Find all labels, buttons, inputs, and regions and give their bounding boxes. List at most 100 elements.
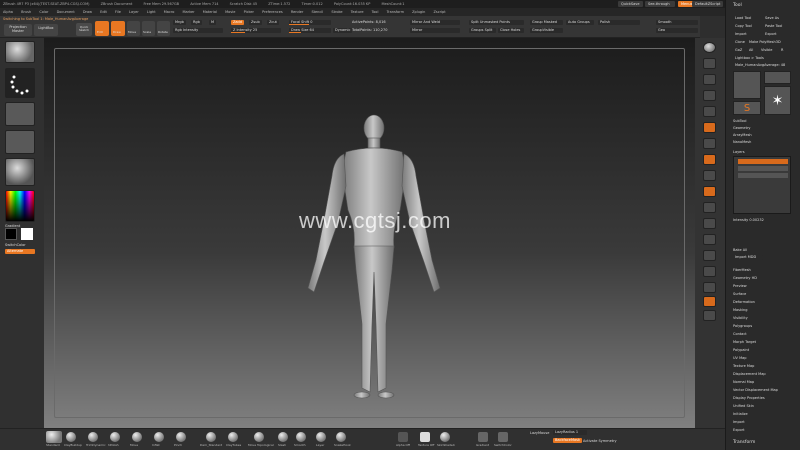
- primary-color-swatch[interactable]: [21, 228, 33, 240]
- z-intensity-slider[interactable]: Z Intensity 25: [231, 28, 281, 33]
- nanomesh-section[interactable]: NanoMesh: [733, 140, 751, 144]
- rotate-view-button[interactable]: [703, 234, 716, 245]
- switch-color-button[interactable]: SwitchColor: [5, 243, 26, 247]
- transform-palette-title[interactable]: Transform: [733, 440, 755, 445]
- menu-item[interactable]: Render: [291, 10, 303, 14]
- brush-smooth[interactable]: [296, 432, 306, 442]
- rgb-button[interactable]: Rgb: [191, 20, 202, 25]
- brush-claybuildup[interactable]: [66, 432, 76, 442]
- brush-layer[interactable]: [316, 432, 326, 442]
- arraymesh-section[interactable]: ArrayMesh: [733, 133, 752, 137]
- menu-item[interactable]: Edit: [100, 10, 107, 14]
- save-as-button[interactable]: Save As: [763, 16, 791, 21]
- make-polymesh-button[interactable]: Make PolyMesh3D: [747, 40, 791, 45]
- layer-intensity-slider[interactable]: Intensity 0.00232: [733, 218, 764, 222]
- tool-section[interactable]: Visibility: [733, 316, 748, 320]
- gradient-slot[interactable]: [478, 432, 488, 442]
- tool-section[interactable]: FiberMesh: [733, 268, 751, 272]
- bpr-button[interactable]: [703, 42, 716, 53]
- star-tool-icon[interactable]: ✶: [764, 86, 791, 115]
- tool-section[interactable]: Displacement Map: [733, 372, 766, 376]
- brush-trimdynamic[interactable]: [88, 432, 98, 442]
- mrgb-button[interactable]: Mrgb: [173, 20, 186, 25]
- m-button[interactable]: M: [209, 20, 217, 25]
- brush-pinch[interactable]: [176, 432, 186, 442]
- canvas-viewport[interactable]: www.cgtsj.com: [44, 38, 695, 428]
- copy-tool-button[interactable]: Copy Tool: [733, 24, 761, 29]
- scale-button[interactable]: Scale: [142, 21, 155, 36]
- bake-all-button[interactable]: Bake All: [733, 248, 747, 252]
- groups-visible-button[interactable]: GroupVisible: [530, 28, 563, 33]
- lazyradius-slider[interactable]: LazyRadius 1: [553, 430, 587, 435]
- see-through-slider[interactable]: See-through 0: [645, 1, 675, 12]
- all-button[interactable]: All: [747, 48, 757, 53]
- local-button[interactable]: [703, 154, 716, 165]
- tool-section[interactable]: Export: [733, 428, 744, 432]
- scale-view-button[interactable]: [703, 218, 716, 229]
- menu-item[interactable]: Texture: [351, 10, 364, 14]
- quick-sketch-button[interactable]: Quick Sketch: [76, 23, 92, 36]
- default-zscript-button[interactable]: DefaultZScript: [692, 1, 724, 7]
- alternate-button[interactable]: Alternate: [5, 249, 35, 254]
- tool-thumbnail-2[interactable]: [764, 71, 791, 84]
- zoom-button[interactable]: [703, 90, 716, 101]
- brush-inflat[interactable]: [154, 432, 164, 442]
- menu-item[interactable]: Movie: [225, 10, 235, 14]
- close-holes-button[interactable]: Close Holes: [498, 28, 524, 33]
- projection-master-button[interactable]: Projection Master: [4, 24, 32, 36]
- move-button[interactable]: Move: [127, 21, 140, 36]
- menu-item[interactable]: Marker: [183, 10, 195, 14]
- groups-split-button[interactable]: Groups Split: [469, 28, 496, 33]
- tool-section[interactable]: Normal Map: [733, 380, 754, 384]
- texture-thumbnail[interactable]: [5, 130, 35, 154]
- menu-item[interactable]: Color: [39, 10, 48, 14]
- mirror-button[interactable]: Mirror: [410, 28, 460, 33]
- brush-thumbnail[interactable]: [5, 41, 35, 63]
- tool-section[interactable]: Texture Map: [733, 364, 754, 368]
- rotate-button[interactable]: Rotate: [157, 21, 170, 36]
- backfacemask-button[interactable]: BackfaceMask: [553, 438, 582, 443]
- edit-button[interactable]: Edit: [95, 21, 109, 36]
- import-button[interactable]: Import: [733, 32, 761, 37]
- menu-item[interactable]: Layer: [129, 10, 139, 14]
- menu-item[interactable]: Light: [147, 10, 156, 14]
- solo-button[interactable]: [703, 296, 716, 307]
- tool-section[interactable]: Surface: [733, 292, 746, 296]
- tool-section[interactable]: Initialize: [733, 412, 748, 416]
- paste-tool-button[interactable]: Paste Tool: [763, 24, 791, 29]
- tool-section[interactable]: Polypaint: [733, 348, 749, 352]
- menu-item[interactable]: Brush: [21, 10, 31, 14]
- switch-color-slot[interactable]: [498, 432, 508, 442]
- move-view-button[interactable]: [703, 202, 716, 213]
- rgb-intensity-slider[interactable]: Rgb Intensity: [173, 28, 223, 33]
- layer-row[interactable]: [738, 173, 788, 178]
- menu-item[interactable]: Tool: [372, 10, 379, 14]
- actual-button[interactable]: [703, 106, 716, 117]
- r-button[interactable]: R: [779, 48, 791, 53]
- tool-section[interactable]: Masking: [733, 308, 747, 312]
- load-tool-button[interactable]: Load Tool: [733, 16, 761, 21]
- goz-button[interactable]: GoZ: [733, 48, 745, 53]
- xpose-button[interactable]: [703, 310, 716, 321]
- simple-brush-icon[interactable]: S: [733, 101, 761, 115]
- brush-claytubes[interactable]: [228, 432, 238, 442]
- tool-section[interactable]: Geometry HD: [733, 276, 757, 280]
- auto-groups-button[interactable]: Auto Groups: [566, 20, 594, 25]
- menu-item[interactable]: Material: [203, 10, 217, 14]
- zcut-button[interactable]: Zcut: [267, 20, 279, 25]
- menu-item[interactable]: Draw: [83, 10, 92, 14]
- lightbox-button[interactable]: LightBox: [34, 24, 58, 36]
- dynamic-button[interactable]: Dynamic: [333, 28, 353, 33]
- brush-dam-standard[interactable]: [206, 432, 216, 442]
- alpha-off-slot[interactable]: [398, 432, 408, 442]
- zsub-button[interactable]: Zsub: [249, 20, 262, 25]
- layer-row[interactable]: [738, 166, 788, 171]
- tool-section[interactable]: Deformation: [733, 300, 755, 304]
- mirror-weld-button[interactable]: Mirror And Weld: [410, 20, 460, 25]
- focal-shift-slider[interactable]: Focal Shift 0: [289, 20, 331, 25]
- tool-section[interactable]: Preview: [733, 284, 747, 288]
- menu-item[interactable]: Macro: [164, 10, 175, 14]
- material-slot[interactable]: [440, 432, 450, 442]
- menu-item[interactable]: Preferences: [262, 10, 283, 14]
- color-picker[interactable]: [5, 190, 35, 222]
